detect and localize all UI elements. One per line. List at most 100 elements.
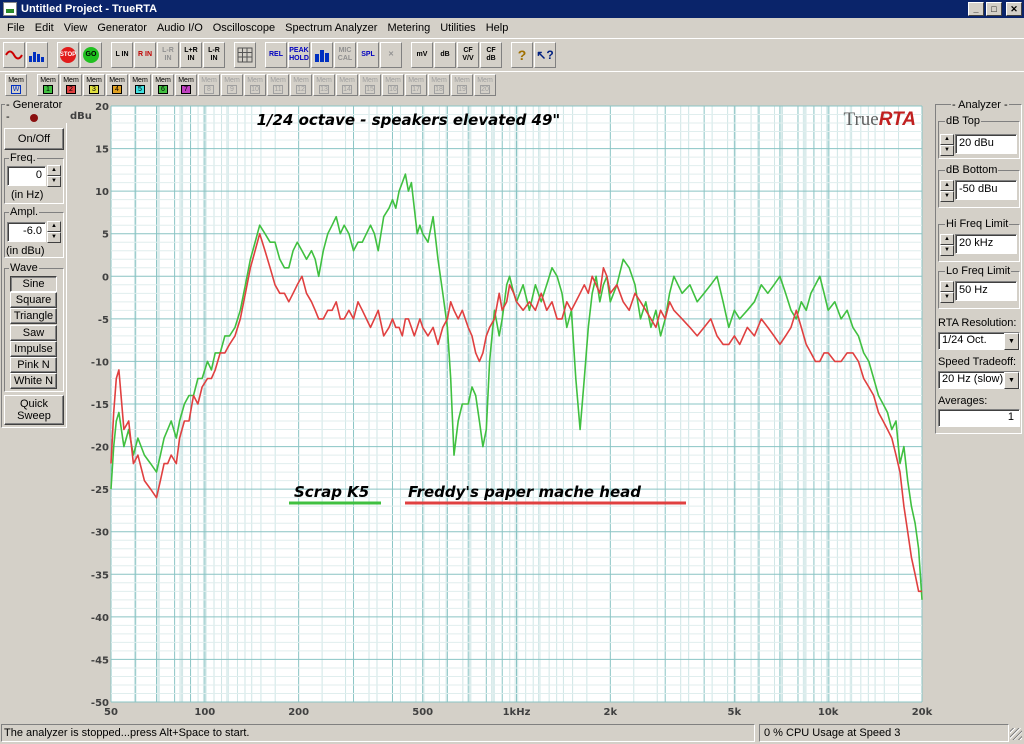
- memory-slot-button[interactable]: Mem 4: [106, 73, 128, 96]
- memory-slot-num: 6: [158, 84, 168, 94]
- quick-sweep-button[interactable]: Quick Sweep: [4, 395, 64, 425]
- status-bar: The analyzer is stopped...press Alt+Spac…: [0, 722, 1024, 744]
- wave-sine-button[interactable]: Sine: [10, 276, 57, 292]
- memory-slot-button[interactable]: Mem 11: [267, 73, 289, 96]
- y-tick-label: -30: [91, 528, 109, 539]
- stop-button[interactable]: STOP: [57, 41, 79, 68]
- hi-freq-up-icon[interactable]: ▲: [940, 234, 954, 245]
- db-top-input[interactable]: 20 dBu: [955, 134, 1017, 154]
- lo-freq-input[interactable]: 50 Hz: [955, 281, 1017, 301]
- l-plus-r-input-button[interactable]: L+R IN: [180, 41, 202, 68]
- db-top-down-icon[interactable]: ▼: [940, 145, 954, 156]
- db-button[interactable]: dB: [434, 41, 456, 68]
- freq-down-icon[interactable]: ▼: [47, 176, 61, 187]
- memory-slot-button[interactable]: Mem 8: [198, 73, 220, 96]
- memory-slot-button[interactable]: Mem 9: [221, 73, 243, 96]
- hi-freq-down-icon[interactable]: ▼: [940, 245, 954, 256]
- memory-slot-button[interactable]: Mem 17: [405, 73, 427, 96]
- spectrum-mode-button[interactable]: [26, 41, 48, 68]
- hi-freq-spinner[interactable]: ▲ ▼: [940, 234, 954, 256]
- memory-slot-button[interactable]: Mem 7: [175, 73, 197, 96]
- cf-db-button[interactable]: CF dB: [480, 41, 502, 68]
- menu-edit[interactable]: Edit: [30, 22, 59, 34]
- memory-slot-button[interactable]: Mem 5: [129, 73, 151, 96]
- memory-slot-button[interactable]: Mem 3: [83, 73, 105, 96]
- wave-triangle-button[interactable]: Triangle: [10, 308, 57, 324]
- averages-input[interactable]: 1: [938, 409, 1020, 427]
- menu-spectrum-analyzer[interactable]: Spectrum Analyzer: [280, 22, 382, 34]
- db-bottom-spinner[interactable]: ▲ ▼: [940, 180, 954, 202]
- memory-w-button[interactable]: Mem W: [5, 73, 27, 96]
- memory-slot-button[interactable]: Mem 20: [474, 73, 496, 96]
- maximize-button[interactable]: □: [986, 2, 1002, 16]
- memory-slot-button[interactable]: Mem 16: [382, 73, 404, 96]
- speed-label: Speed Tradeoff:: [938, 356, 1017, 368]
- memory-slot-button[interactable]: Mem 15: [359, 73, 381, 96]
- menu-oscilloscope[interactable]: Oscilloscope: [208, 22, 280, 34]
- ampl-spinner[interactable]: ▲ ▼: [47, 221, 61, 243]
- wave-white-noise-button[interactable]: White N: [10, 373, 57, 389]
- l-minus-r-input-button[interactable]: L-R IN: [203, 41, 225, 68]
- peak-hold-button[interactable]: PEAK HOLD: [288, 41, 310, 68]
- grid-button[interactable]: [234, 41, 256, 68]
- right-input-button[interactable]: R IN: [134, 41, 156, 68]
- wave-pink-noise-button[interactable]: Pink N: [10, 357, 57, 373]
- menu-help[interactable]: Help: [481, 22, 514, 34]
- memory-slot-button[interactable]: Mem 19: [451, 73, 473, 96]
- l-r-input-button[interactable]: L-R IN: [157, 41, 179, 68]
- freq-spinner[interactable]: ▲ ▼: [47, 165, 61, 187]
- generator-onoff-button[interactable]: On/Off: [4, 128, 64, 150]
- menu-generator[interactable]: Generator: [92, 22, 152, 34]
- ampl-input[interactable]: -6.0: [7, 222, 46, 242]
- left-input-button[interactable]: L IN: [111, 41, 133, 68]
- weighting-button[interactable]: ✕: [380, 41, 402, 68]
- average-bars-button[interactable]: [311, 41, 333, 68]
- mic-cal-button[interactable]: MIC CAL: [334, 41, 356, 68]
- menu-audio-io[interactable]: Audio I/O: [152, 22, 208, 34]
- rel-button[interactable]: REL: [265, 41, 287, 68]
- freq-up-icon[interactable]: ▲: [47, 165, 61, 176]
- db-bottom-up-icon[interactable]: ▲: [940, 180, 954, 191]
- ampl-up-icon[interactable]: ▲: [47, 221, 61, 232]
- menu-utilities[interactable]: Utilities: [435, 22, 480, 34]
- menu-file[interactable]: File: [2, 22, 30, 34]
- wave-impulse-button[interactable]: Impulse: [10, 341, 57, 357]
- close-button[interactable]: ✕: [1006, 2, 1022, 16]
- main-toolbar: STOP GO L IN R IN L-R IN L+R IN L-R IN R…: [0, 38, 1024, 70]
- spl-button[interactable]: SPL: [357, 41, 379, 68]
- minimize-button[interactable]: _: [968, 2, 984, 16]
- memory-slot-num: 5: [135, 84, 145, 94]
- memory-slot-button[interactable]: Mem 10: [244, 73, 266, 96]
- memory-slot-button[interactable]: Mem 13: [313, 73, 335, 96]
- wave-saw-button[interactable]: Saw: [10, 325, 57, 341]
- context-help-button[interactable]: ↖?: [534, 41, 556, 68]
- resize-grip-icon[interactable]: [1010, 728, 1022, 740]
- db-top-spinner[interactable]: ▲ ▼: [940, 134, 954, 156]
- cf-vv-button[interactable]: CF V/V: [457, 41, 479, 68]
- memory-slot-button[interactable]: Mem 2: [60, 73, 82, 96]
- help-button[interactable]: ?: [511, 41, 533, 68]
- speed-dropdown-icon[interactable]: ▼: [1004, 371, 1019, 389]
- wave-square-button[interactable]: Square: [10, 292, 57, 308]
- db-bottom-down-icon[interactable]: ▼: [940, 191, 954, 202]
- lo-freq-spinner[interactable]: ▲ ▼: [940, 281, 954, 303]
- menu-view[interactable]: View: [59, 22, 93, 34]
- memory-slot-button[interactable]: Mem 12: [290, 73, 312, 96]
- y-tick-label: -25: [91, 485, 109, 496]
- db-top-up-icon[interactable]: ▲: [940, 134, 954, 145]
- ampl-down-icon[interactable]: ▼: [47, 232, 61, 243]
- resolution-dropdown-icon[interactable]: ▼: [1004, 332, 1019, 350]
- oscilloscope-mode-button[interactable]: [3, 41, 25, 68]
- memory-slot-button[interactable]: Mem 18: [428, 73, 450, 96]
- menu-metering[interactable]: Metering: [382, 22, 435, 34]
- db-bottom-input[interactable]: -50 dBu: [955, 180, 1017, 200]
- memory-slot-button[interactable]: Mem 6: [152, 73, 174, 96]
- freq-input[interactable]: 0: [7, 166, 46, 186]
- memory-slot-button[interactable]: Mem 14: [336, 73, 358, 96]
- lo-freq-down-icon[interactable]: ▼: [940, 292, 954, 303]
- go-button[interactable]: GO: [80, 41, 102, 68]
- hi-freq-input[interactable]: 20 kHz: [955, 234, 1017, 254]
- lo-freq-up-icon[interactable]: ▲: [940, 281, 954, 292]
- mv-button[interactable]: mV: [411, 41, 433, 68]
- memory-slot-button[interactable]: Mem 1: [37, 73, 59, 96]
